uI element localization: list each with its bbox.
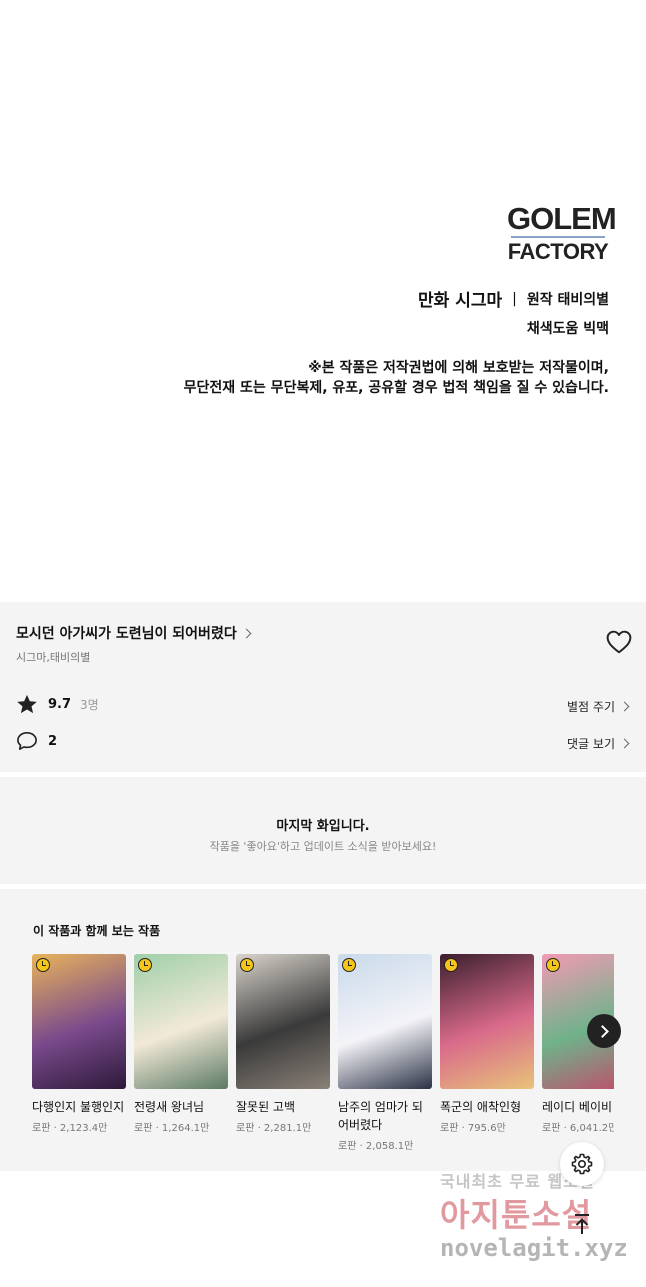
recommendation-title: 남주의 엄마가 되어버렸다 [338, 1100, 423, 1132]
comment-icon [17, 732, 37, 750]
work-authors: 시그마,태비의별 [16, 651, 91, 664]
gear-icon [571, 1153, 593, 1175]
chevron-right-icon [619, 701, 630, 712]
comments-link[interactable]: 댓글 보기 [567, 735, 630, 752]
watermark-line-3: novelagit.xyz [440, 1234, 628, 1262]
rating-row: 9.7 3명 [16, 694, 99, 715]
chevron-right-icon [619, 738, 630, 749]
chevron-right-icon [241, 628, 252, 638]
cover-thumbnail [236, 954, 330, 1089]
rate-link[interactable]: 별점 주기 [567, 698, 630, 715]
recommendation-card[interactable]: 다행인지 불행인지로판 · 2,123.4만 [32, 954, 126, 1134]
copyright-notice: ※본 작품은 저작권법에 의해 보호받는 저작물이며, 무단전재 또는 무단복제… [184, 358, 609, 398]
watermark: 국내최초 무료 웹소설 아지툰소설 novelagit.xyz [440, 1168, 640, 1262]
recommendation-meta: 로판 · 2,123.4만 [32, 1123, 108, 1134]
recommendation-title: 레이디 베이비 [542, 1100, 613, 1114]
comments-row: 2 [16, 731, 57, 751]
clock-icon [240, 958, 254, 972]
credits-row: 만화 시그마 | 원작 태비의별 [418, 286, 609, 312]
next-arrow-button[interactable] [587, 1014, 621, 1048]
logo-text-factory: FACTORY [507, 239, 609, 264]
golem-factory-logo: GOLEM FACTORY [507, 201, 617, 264]
comments-link-label: 댓글 보기 [567, 737, 615, 751]
credit-artist: 만화 시그마 [418, 291, 503, 311]
recommendation-card[interactable]: 폭군의 애착인형로판 · 795.6만 [440, 954, 534, 1134]
cover-thumbnail [32, 954, 126, 1089]
credit-separator: | [512, 290, 517, 307]
recommendation-title: 폭군의 애착인형 [440, 1100, 522, 1114]
chevron-right-icon [596, 1024, 609, 1038]
star-icon [17, 694, 37, 714]
clock-icon [546, 958, 560, 972]
clock-icon [36, 958, 50, 972]
last-episode-title: 마지막 화입니다. [276, 819, 370, 834]
recommendation-meta: 로판 · 1,264.1만 [134, 1123, 210, 1134]
recommendation-meta: 로판 · 2,281.1만 [236, 1123, 312, 1134]
work-title-link[interactable]: 모시던 아가씨가 도련님이 되어버렸다 [16, 623, 252, 643]
rate-link-label: 별점 주기 [567, 700, 615, 714]
notice-line-1: ※본 작품은 저작권법에 의해 보호받는 저작물이며, [308, 360, 609, 376]
watermark-line-1: 국내최초 무료 웹소설 [440, 1172, 595, 1191]
recommendation-meta: 로판 · 2,058.1만 [338, 1141, 414, 1152]
recommendations-panel: 이 작품과 함께 보는 작품 다행인지 불행인지 로판 · 2,123.4만 전령새… [0, 889, 646, 1171]
scroll-top-button[interactable] [566, 1208, 598, 1240]
watermark-line-2: 아지툰소설 [440, 1196, 593, 1234]
rating-count: 3명 [80, 698, 99, 712]
arrow-up-icon [575, 1214, 589, 1234]
work-title: 모시던 아가씨가 도련님이 되어버렸다 [16, 626, 237, 642]
recommendations-heading: 이 작품과 함께 보는 작품 [33, 924, 161, 938]
logo-text-golem: GOLEM [507, 201, 617, 236]
notice-line-2: 무단전재 또는 무단복제, 유포, 공유할 경우 법적 책임을 질 수 있습니다… [183, 380, 609, 396]
rating-value: 9.7 [48, 697, 72, 712]
recommendation-title: 전령새 왕녀님 [134, 1100, 205, 1114]
recommendation-title: 잘못된 고백 [236, 1100, 296, 1114]
recommendation-meta: 로판 · 795.6만 [440, 1123, 506, 1134]
heart-icon[interactable] [606, 630, 632, 654]
last-episode-panel: 마지막 화입니다. 작품을 '좋아요'하고 업데이트 소식을 받아보세요! [0, 777, 646, 884]
clock-icon [444, 958, 458, 972]
recommendation-title: 다행인지 불행인지 [32, 1100, 125, 1114]
cover-thumbnail [134, 954, 228, 1089]
clock-icon [342, 958, 356, 972]
credit-original: 원작 태비의별 [526, 291, 609, 308]
settings-button[interactable] [560, 1142, 604, 1186]
recommendation-meta: 로판 · 6,041.2만 [542, 1123, 614, 1134]
recommendations-list: 다행인지 불행인지 로판 · 2,123.4만 전령새 왕녀님 로판 · 1,264.… [32, 954, 614, 1164]
logo-rule [511, 236, 605, 238]
comment-count: 2 [48, 733, 58, 749]
cover-thumbnail [440, 954, 534, 1089]
recommendation-card[interactable]: 남주의 엄마가 되어버렸다로판 · 2,058.1만 [338, 954, 432, 1152]
recommendation-card[interactable]: 전령새 왕녀님로판 · 1,264.1만 [134, 954, 228, 1134]
recommendation-card[interactable]: 잘못된 고백로판 · 2,281.1만 [236, 954, 330, 1134]
cover-thumbnail [338, 954, 432, 1089]
credit-coloring: 채색도움 빅맥 [526, 321, 609, 337]
last-episode-subtitle: 작품을 '좋아요'하고 업데이트 소식을 받아보세요! [209, 840, 437, 853]
clock-icon [138, 958, 152, 972]
work-info-panel: 모시던 아가씨가 도련님이 되어버렸다 시그마,태비의별 9.7 3명 별점 주… [0, 602, 646, 772]
